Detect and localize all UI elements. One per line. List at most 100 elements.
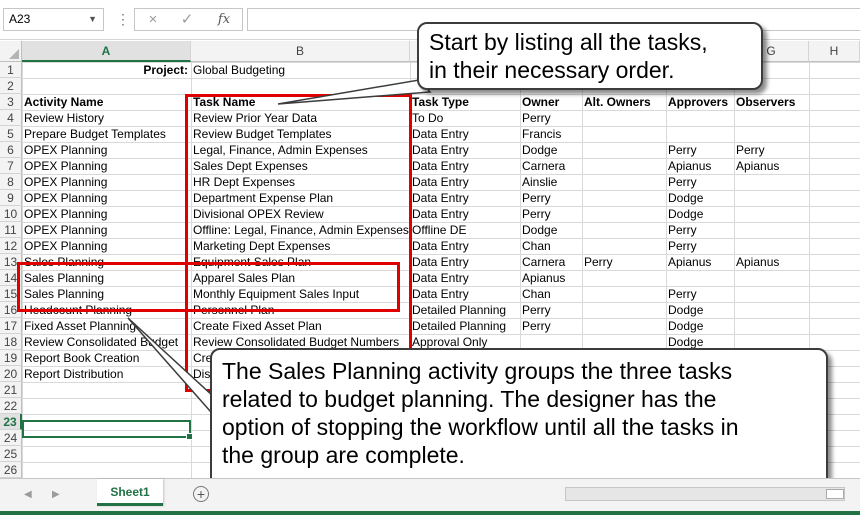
- cell-activity-name[interactable]: Fixed Asset Planning: [22, 318, 191, 334]
- cell-alt-owners[interactable]: Perry: [582, 254, 666, 270]
- cell-observers[interactable]: [734, 270, 809, 286]
- cell-activity-name[interactable]: Report Distribution: [22, 366, 191, 382]
- header-observers[interactable]: Observers: [734, 94, 809, 110]
- row-header[interactable]: 23: [0, 414, 22, 430]
- header-task-type[interactable]: Task Type: [410, 94, 520, 110]
- cell-task-type[interactable]: Data Entry: [410, 126, 520, 142]
- cell-activity-name[interactable]: Review History: [22, 110, 191, 126]
- cell-task-type[interactable]: Data Entry: [410, 238, 520, 254]
- cell-task-type[interactable]: Data Entry: [410, 142, 520, 158]
- cell-alt-owners[interactable]: [582, 206, 666, 222]
- cell-approvers[interactable]: [666, 270, 734, 286]
- row-header[interactable]: 5: [0, 126, 22, 142]
- cell-alt-owners[interactable]: [582, 142, 666, 158]
- cell-alt-owners[interactable]: [582, 286, 666, 302]
- cell-owner[interactable]: Apianus: [520, 270, 582, 286]
- row-header[interactable]: 24: [0, 430, 22, 446]
- cell-activity-name[interactable]: Report Book Creation: [22, 350, 191, 366]
- cell-activity-name[interactable]: OPEX Planning: [22, 238, 191, 254]
- project-label[interactable]: Project:: [22, 62, 191, 78]
- cell-observers[interactable]: Apianus: [734, 158, 809, 174]
- name-box[interactable]: A23 ▼: [3, 8, 104, 31]
- scrollbar-thumb[interactable]: [826, 489, 844, 499]
- cell-owner[interactable]: Perry: [520, 318, 582, 334]
- cell-approvers[interactable]: Perry: [666, 238, 734, 254]
- sheet-tab-sheet1[interactable]: Sheet1: [97, 479, 163, 506]
- cell-owner[interactable]: Carnera: [520, 254, 582, 270]
- row-header[interactable]: 20: [0, 366, 22, 382]
- cell-approvers[interactable]: Dodge: [666, 302, 734, 318]
- cell-activity-name[interactable]: Review Consolidated Budget: [22, 334, 191, 350]
- cell-task-type[interactable]: Detailed Planning: [410, 302, 520, 318]
- cell-activity-name[interactable]: OPEX Planning: [22, 142, 191, 158]
- cell-alt-owners[interactable]: [582, 174, 666, 190]
- enter-check-icon[interactable]: ✓: [171, 8, 203, 31]
- cell-task-type[interactable]: Data Entry: [410, 270, 520, 286]
- cell-approvers[interactable]: Dodge: [666, 318, 734, 334]
- column-header-b[interactable]: B: [191, 41, 410, 62]
- cell-owner[interactable]: Dodge: [520, 142, 582, 158]
- cell-observers[interactable]: [734, 126, 809, 142]
- cell-task-type[interactable]: Data Entry: [410, 158, 520, 174]
- cell-observers[interactable]: [734, 222, 809, 238]
- row-header[interactable]: 21: [0, 382, 22, 398]
- row-header[interactable]: 9: [0, 190, 22, 206]
- cell-observers[interactable]: [734, 174, 809, 190]
- cancel-icon[interactable]: ×: [137, 8, 169, 31]
- cell-observers[interactable]: [734, 318, 809, 334]
- row-header[interactable]: 3: [0, 94, 22, 110]
- cell-observers[interactable]: [734, 110, 809, 126]
- cell-owner[interactable]: Chan: [520, 286, 582, 302]
- row-header[interactable]: 19: [0, 350, 22, 366]
- row-header[interactable]: 6: [0, 142, 22, 158]
- header-owner[interactable]: Owner: [520, 94, 582, 110]
- row-header[interactable]: 22: [0, 398, 22, 414]
- cell-task-type[interactable]: To Do: [410, 110, 520, 126]
- cell-observers[interactable]: [734, 190, 809, 206]
- cell-task-type[interactable]: Data Entry: [410, 190, 520, 206]
- column-header-h[interactable]: H: [809, 41, 860, 62]
- cell-approvers[interactable]: Apianus: [666, 254, 734, 270]
- cell-task-type[interactable]: Detailed Planning: [410, 318, 520, 334]
- cell-observers[interactable]: [734, 302, 809, 318]
- cell-task-type[interactable]: Offline DE: [410, 222, 520, 238]
- cell-alt-owners[interactable]: [582, 126, 666, 142]
- row-header[interactable]: 25: [0, 446, 22, 462]
- cell-approvers[interactable]: Dodge: [666, 206, 734, 222]
- cell-owner[interactable]: Ainslie: [520, 174, 582, 190]
- insert-function-icon[interactable]: fx: [208, 8, 240, 31]
- cell-activity-name[interactable]: Prepare Budget Templates: [22, 126, 191, 142]
- cell-observers[interactable]: [734, 238, 809, 254]
- cell-approvers[interactable]: Apianus: [666, 158, 734, 174]
- cell-owner[interactable]: Chan: [520, 238, 582, 254]
- header-approvers[interactable]: Approvers: [666, 94, 734, 110]
- row-header[interactable]: 2: [0, 78, 22, 94]
- cell-approvers[interactable]: Perry: [666, 222, 734, 238]
- cell-observers[interactable]: [734, 286, 809, 302]
- cell-alt-owners[interactable]: [582, 190, 666, 206]
- cell-approvers[interactable]: Perry: [666, 286, 734, 302]
- row-header[interactable]: 4: [0, 110, 22, 126]
- more-options-icon[interactable]: ⋮: [116, 11, 130, 28]
- cell-observers[interactable]: Apianus: [734, 254, 809, 270]
- cell-task-type[interactable]: Data Entry: [410, 174, 520, 190]
- cell-approvers[interactable]: Perry: [666, 174, 734, 190]
- active-cell-selection[interactable]: [22, 420, 193, 440]
- header-alt-owners[interactable]: Alt. Owners: [582, 94, 666, 110]
- header-activity-name[interactable]: Activity Name: [22, 94, 191, 110]
- add-sheet-icon[interactable]: +: [193, 486, 209, 502]
- cell-activity-name[interactable]: OPEX Planning: [22, 222, 191, 238]
- chevron-down-icon[interactable]: ▼: [88, 9, 97, 30]
- cell-owner[interactable]: Perry: [520, 110, 582, 126]
- cell-alt-owners[interactable]: [582, 158, 666, 174]
- cell-task-type[interactable]: Data Entry: [410, 206, 520, 222]
- cell-activity-name[interactable]: OPEX Planning: [22, 190, 191, 206]
- row-header[interactable]: 7: [0, 158, 22, 174]
- scroll-left-icon[interactable]: ◀: [24, 489, 32, 500]
- cell-approvers[interactable]: Perry: [666, 142, 734, 158]
- cell-alt-owners[interactable]: [582, 270, 666, 286]
- row-header[interactable]: 8: [0, 174, 22, 190]
- project-value[interactable]: Global Budgeting: [191, 62, 410, 78]
- cell-alt-owners[interactable]: [582, 222, 666, 238]
- cell-alt-owners[interactable]: [582, 110, 666, 126]
